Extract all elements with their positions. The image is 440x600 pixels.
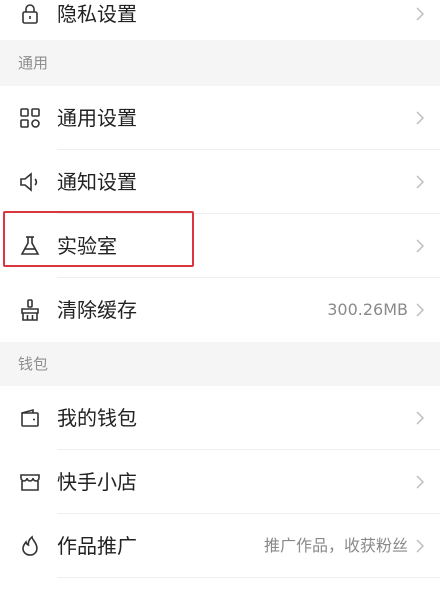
section-title: 钱包 xyxy=(18,355,49,373)
chevron-right-icon xyxy=(414,408,426,428)
settings-item-promote-works[interactable]: 作品推广 推广作品，收获粉丝 xyxy=(0,514,440,578)
lock-icon xyxy=(18,2,42,26)
settings-item-partial[interactable] xyxy=(0,578,440,600)
speaker-icon xyxy=(18,170,42,194)
chevron-right-icon xyxy=(414,172,426,192)
settings-item-my-wallet[interactable]: 我的钱包 xyxy=(0,386,440,450)
settings-item-shop[interactable]: 快手小店 xyxy=(0,450,440,514)
flame-icon xyxy=(18,534,42,558)
settings-item-label: 快手小店 xyxy=(57,470,137,494)
section-header-wallet: 钱包 xyxy=(0,342,440,386)
settings-item-label: 通知设置 xyxy=(57,170,137,194)
promote-hint-value: 推广作品，收获粉丝 xyxy=(263,536,408,555)
chevron-right-icon xyxy=(414,4,426,24)
chevron-right-icon xyxy=(414,472,426,492)
settings-item-general[interactable]: 通用设置 xyxy=(0,86,440,150)
chevron-right-icon xyxy=(414,536,426,556)
chevron-right-icon xyxy=(414,236,426,256)
broom-icon xyxy=(18,298,42,322)
cache-size-value: 300.26MB xyxy=(327,300,408,319)
settings-item-privacy[interactable]: 隐私设置 xyxy=(0,0,440,40)
grid-icon xyxy=(18,106,42,130)
flask-icon xyxy=(18,234,42,258)
settings-item-label: 通用设置 xyxy=(57,106,137,130)
chevron-right-icon xyxy=(414,108,426,128)
settings-item-label: 作品推广 xyxy=(57,534,137,558)
settings-item-notifications[interactable]: 通知设置 xyxy=(0,150,440,214)
settings-item-label: 我的钱包 xyxy=(57,406,137,430)
settings-item-clear-cache[interactable]: 清除缓存 300.26MB xyxy=(0,278,440,342)
settings-item-label: 隐私设置 xyxy=(57,2,137,26)
settings-item-lab[interactable]: 实验室 xyxy=(0,214,440,278)
section-header-general: 通用 xyxy=(0,40,440,86)
settings-item-label: 清除缓存 xyxy=(57,298,137,322)
settings-item-label: 实验室 xyxy=(57,234,117,258)
shop-icon xyxy=(18,470,42,494)
chevron-right-icon xyxy=(414,300,426,320)
wallet-icon xyxy=(18,406,42,430)
section-title: 通用 xyxy=(18,54,49,72)
